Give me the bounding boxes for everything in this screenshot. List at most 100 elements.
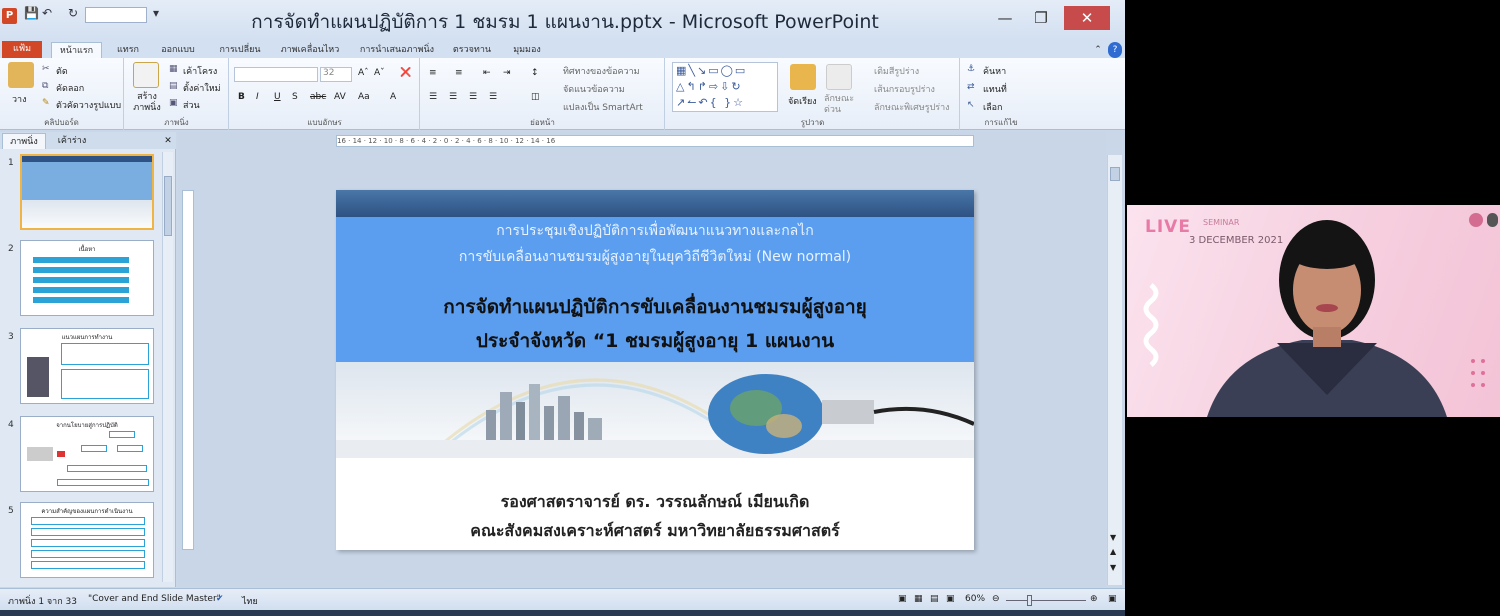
tab-view[interactable]: มุมมอง — [505, 42, 549, 58]
bullets-icon[interactable]: ≡ — [429, 68, 437, 78]
shape-fill-button[interactable]: เติมสีรูปร่าง — [874, 64, 919, 78]
zoom-level[interactable]: 60% — [965, 594, 985, 604]
strikethrough-icon[interactable]: abc — [310, 92, 326, 102]
slide-thumbnail-4[interactable]: จากนโยบายสู่การปฏิบัติ — [20, 416, 154, 492]
globe-lightbulb-image[interactable] — [336, 362, 974, 458]
fit-to-window-icon[interactable]: ▣ — [1108, 594, 1117, 604]
slide-subtitle-line2[interactable]: การขับเคลื่อนงานชมรมผู้สูงอายุในยุควิถีช… — [336, 246, 974, 268]
layout-button[interactable]: เค้าโครง — [183, 64, 217, 78]
select-icon[interactable]: ↖ — [967, 100, 975, 110]
smartart-button[interactable]: แปลงเป็น SmartArt — [563, 100, 643, 114]
slide-faculty[interactable]: คณะสังคมสงเคราะห์ศาสตร์ มหาวิทยาลัยธรรมศ… — [336, 519, 974, 544]
slide-subtitle-line1[interactable]: การประชุมเชิงปฏิบัติการเพื่อพัฒนาแนวทางแ… — [336, 220, 974, 242]
font-color-icon[interactable]: A — [390, 92, 396, 102]
change-case-icon[interactable]: Aa — [358, 92, 370, 102]
reset-button[interactable]: ตั้งค่าใหม่ — [183, 81, 221, 95]
align-center-icon[interactable]: ☰ — [449, 92, 457, 102]
close-button[interactable]: ✕ — [1064, 6, 1110, 30]
char-spacing-icon[interactable]: AV — [334, 92, 346, 102]
replace-icon[interactable]: ⇄ — [967, 82, 975, 92]
normal-view-icon[interactable]: ▣ — [898, 594, 907, 604]
tab-file[interactable]: แฟ้ม — [2, 41, 42, 58]
section-icon[interactable]: ▣ — [169, 98, 178, 108]
font-size-field[interactable]: 32 — [320, 67, 352, 82]
line-spacing-icon[interactable]: ↕ — [531, 68, 539, 78]
zoom-slider-thumb[interactable] — [1027, 595, 1032, 606]
slide-thumbnail-3[interactable]: แนวแผนการทำงาน — [20, 328, 154, 404]
find-icon[interactable]: ⚓ — [967, 64, 975, 74]
slide-thumbnail-1[interactable] — [20, 154, 154, 230]
shape-effects-button[interactable]: ลักษณะพิเศษรูปร่าง — [874, 100, 950, 114]
paste-button[interactable]: วาง — [12, 92, 27, 106]
reading-view-icon[interactable]: ▤ — [930, 594, 939, 604]
panel-scrollbar[interactable] — [162, 152, 173, 582]
grow-font-icon[interactable]: Aˆ — [358, 68, 369, 78]
slide-thumbnail-5[interactable]: ความสำคัญของแผนการดำเนินงาน — [20, 502, 154, 578]
new-slide-icon[interactable] — [133, 62, 159, 88]
tab-slides-panel[interactable]: ภาพนิ่ง — [2, 133, 46, 149]
find-button[interactable]: ค้นหา — [983, 64, 1006, 78]
previous-slide-icon[interactable]: ▲ — [1110, 547, 1116, 556]
quick-styles-icon[interactable] — [826, 64, 852, 90]
reset-icon[interactable]: ▤ — [169, 81, 178, 91]
maximize-button[interactable]: ❐ — [1018, 6, 1064, 30]
copy-icon[interactable]: ⧉ — [42, 81, 48, 91]
zoom-slider[interactable] — [1006, 595, 1086, 606]
slide-sorter-icon[interactable]: ▦ — [914, 594, 923, 604]
bold-icon[interactable]: B — [238, 92, 245, 102]
tab-design[interactable]: ออกแบบ — [152, 42, 204, 58]
format-painter-icon[interactable]: ✎ — [42, 98, 50, 108]
underline-icon[interactable]: U — [274, 92, 281, 102]
customize-qat-icon[interactable]: ▾ — [153, 6, 159, 20]
slideshow-icon[interactable]: ▣ — [946, 594, 955, 604]
tab-review[interactable]: ตรวจทาน — [448, 42, 496, 58]
spellcheck-icon[interactable]: ✔ — [216, 594, 224, 604]
text-direction-button[interactable]: ทิศทางของข้อความ — [563, 64, 640, 78]
cut-button[interactable]: ตัด — [56, 64, 68, 78]
copy-button[interactable]: คัดลอก — [56, 81, 84, 95]
align-text-button[interactable]: จัดแนวข้อความ — [563, 82, 625, 96]
slide-author[interactable]: รองศาสตราจารย์ ดร. วรรณลักษณ์ เมียนเกิด — [336, 490, 974, 515]
redo-icon[interactable]: ↻ — [68, 6, 78, 20]
section-button[interactable]: ส่วน — [183, 98, 200, 112]
tab-slideshow[interactable]: การนำเสนอภาพนิ่ง — [355, 42, 439, 58]
clear-format-icon[interactable]: ❌ — [400, 68, 411, 78]
select-button[interactable]: เลือก — [983, 100, 1002, 114]
tab-home[interactable]: หน้าแรก — [51, 42, 102, 58]
format-painter-button[interactable]: ตัวคัดวางรูปแบบ — [56, 98, 121, 112]
arrange-icon[interactable] — [790, 64, 816, 90]
slide-thumbnail-2[interactable]: เนื้อหา — [20, 240, 154, 316]
columns-icon[interactable]: ◫ — [531, 92, 540, 102]
arrange-button[interactable]: จัดเรียง — [788, 94, 817, 108]
scroll-down-icon[interactable]: ▼ — [1110, 533, 1116, 542]
tab-transitions[interactable]: การเปลี่ยน — [212, 42, 268, 58]
tab-animations[interactable]: ภาพเคลื่อนไหว — [275, 42, 345, 58]
new-slide-button[interactable]: สร้าง ภาพนิ่ง — [129, 92, 165, 114]
shape-outline-button[interactable]: เส้นกรอบรูปร่าง — [874, 82, 935, 96]
language[interactable]: ไทย — [242, 594, 258, 608]
close-panel-icon[interactable]: ✕ — [162, 133, 174, 149]
increase-indent-icon[interactable]: ⇥ — [503, 68, 511, 78]
numbering-icon[interactable]: ≡ — [455, 68, 463, 78]
font-name-field[interactable] — [234, 67, 318, 82]
save-icon[interactable]: 💾 — [24, 6, 39, 20]
quick-styles-button[interactable]: ลักษณะ ด่วน — [824, 94, 858, 116]
align-left-icon[interactable]: ☰ — [429, 92, 437, 102]
slide-title-line1[interactable]: การจัดทำแผนปฏิบัติการขับเคลื่อนงานชมรมผู… — [336, 292, 974, 322]
minimize-ribbon-icon[interactable]: ⌃ — [1092, 42, 1104, 58]
help-icon[interactable]: ? — [1108, 42, 1122, 58]
zoom-in-icon[interactable]: ⊕ — [1090, 594, 1098, 604]
undo-icon[interactable]: ↶ — [42, 6, 52, 20]
zoom-out-icon[interactable]: ⊖ — [992, 594, 1000, 604]
powerpoint-icon[interactable]: P — [2, 8, 17, 24]
slide-title-line2[interactable]: ประจำจังหวัด “1 ชมรมผู้สูงอายุ 1 แผนงาน — [336, 326, 974, 356]
layout-icon[interactable]: ▦ — [169, 64, 178, 74]
decrease-indent-icon[interactable]: ⇤ — [483, 68, 491, 78]
italic-icon[interactable]: I — [256, 92, 259, 102]
next-slide-icon[interactable]: ▼ — [1110, 563, 1116, 572]
current-slide[interactable]: การประชุมเชิงปฏิบัติการเพื่อพัฒนาแนวทางแ… — [336, 190, 974, 550]
tab-insert[interactable]: แทรก — [108, 42, 148, 58]
justify-icon[interactable]: ☰ — [489, 92, 497, 102]
shrink-font-icon[interactable]: Aˇ — [374, 68, 385, 78]
align-right-icon[interactable]: ☰ — [469, 92, 477, 102]
